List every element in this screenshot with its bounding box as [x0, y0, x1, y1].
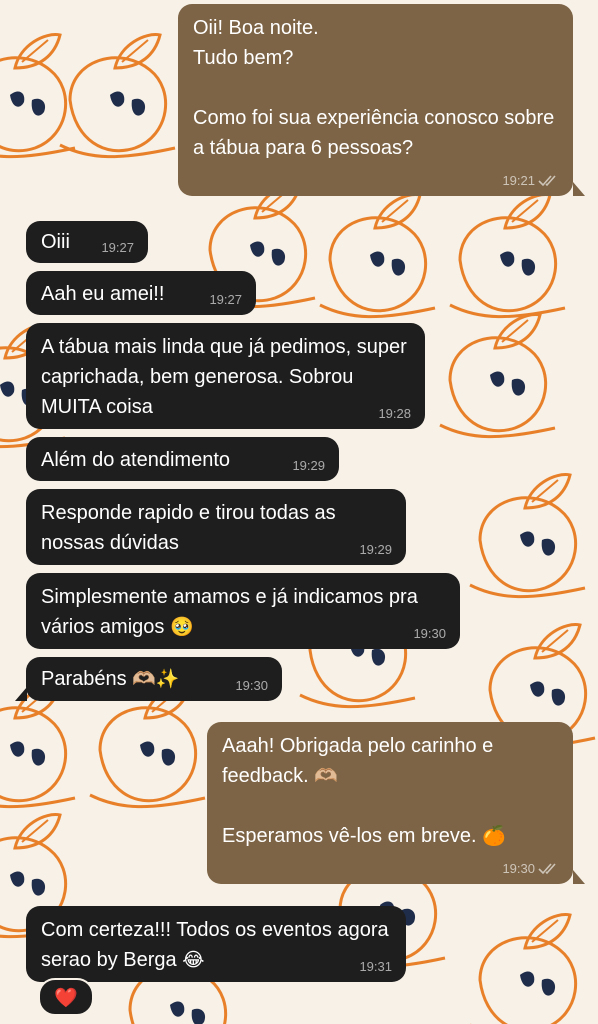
read-ticks-icon: [538, 863, 556, 875]
message-incoming[interactable]: Responde rapido e tirou todas as nossas …: [26, 489, 406, 565]
red-heart-icon: ❤️: [54, 986, 78, 1009]
message-outgoing[interactable]: Oii! Boa noite. Tudo bem? Como foi sua e…: [178, 4, 573, 196]
reaction-badge[interactable]: ❤️: [38, 978, 94, 1016]
message-time: 19:27: [209, 292, 242, 307]
message-text: Parabéns: [41, 668, 127, 690]
message-time: 19:31: [359, 959, 392, 974]
message-time: 19:27: [101, 240, 134, 255]
bubble-tail: [573, 182, 585, 196]
message-text: Oiii: [41, 231, 70, 253]
message-incoming[interactable]: Aah eu amei!! 19:27: [26, 271, 256, 315]
tangerine-icon: 🍊: [482, 825, 506, 847]
message-incoming[interactable]: Além do atendimento 19:29: [26, 437, 339, 481]
message-text: Além do atendimento: [41, 449, 231, 471]
heart-hands-sparkles-icon: 🫶🏼✨: [132, 668, 180, 690]
message-time: 19:30: [413, 626, 446, 641]
message-text: Aaah! Obrigada pelo carinho e feedback. …: [222, 735, 499, 787]
message-incoming[interactable]: Oiii 19:27: [26, 221, 148, 263]
message-text: Esperamos vê-los em breve. 🍊: [222, 825, 506, 847]
message-incoming[interactable]: Simplesmente amamos e já indicamos pra v…: [26, 573, 460, 649]
pleading-face-icon: 🥹: [169, 616, 194, 638]
bubble-tail: [15, 687, 27, 701]
message-time: 19:28: [378, 406, 411, 421]
message-time: 19:21: [502, 173, 535, 188]
message-incoming[interactable]: A tábua mais linda que já pedimos, super…: [26, 323, 425, 429]
read-ticks-icon: [538, 175, 556, 187]
message-time: 19:30: [235, 678, 268, 693]
message-text: Simplesmente amamos e já indicamos pra v…: [41, 586, 424, 638]
heart-hands-icon: 🫶🏼: [314, 765, 338, 787]
message-time: 19:29: [292, 458, 325, 473]
message-time: 19:30: [502, 861, 535, 876]
message-time: 19:29: [359, 542, 392, 557]
message-incoming[interactable]: Parabéns 🫶🏼✨ 19:30: [26, 657, 282, 701]
joy-face-icon: 😂: [182, 949, 205, 971]
message-outgoing[interactable]: Aaah! Obrigada pelo carinho e feedback. …: [207, 722, 573, 884]
message-text: Oii! Boa noite. Tudo bem? Como foi sua e…: [193, 17, 555, 159]
bubble-tail: [573, 870, 585, 884]
message-text: A tábua mais linda que já pedimos, super…: [41, 336, 413, 418]
message-incoming[interactable]: Com certeza!!! Todos os eventos agora se…: [26, 906, 406, 982]
message-text: Responde rapido e tirou todas as nossas …: [41, 502, 342, 554]
message-text: Aah eu amei!!: [41, 283, 165, 305]
message-text: Com certeza!!! Todos os eventos agora se…: [41, 919, 395, 971]
